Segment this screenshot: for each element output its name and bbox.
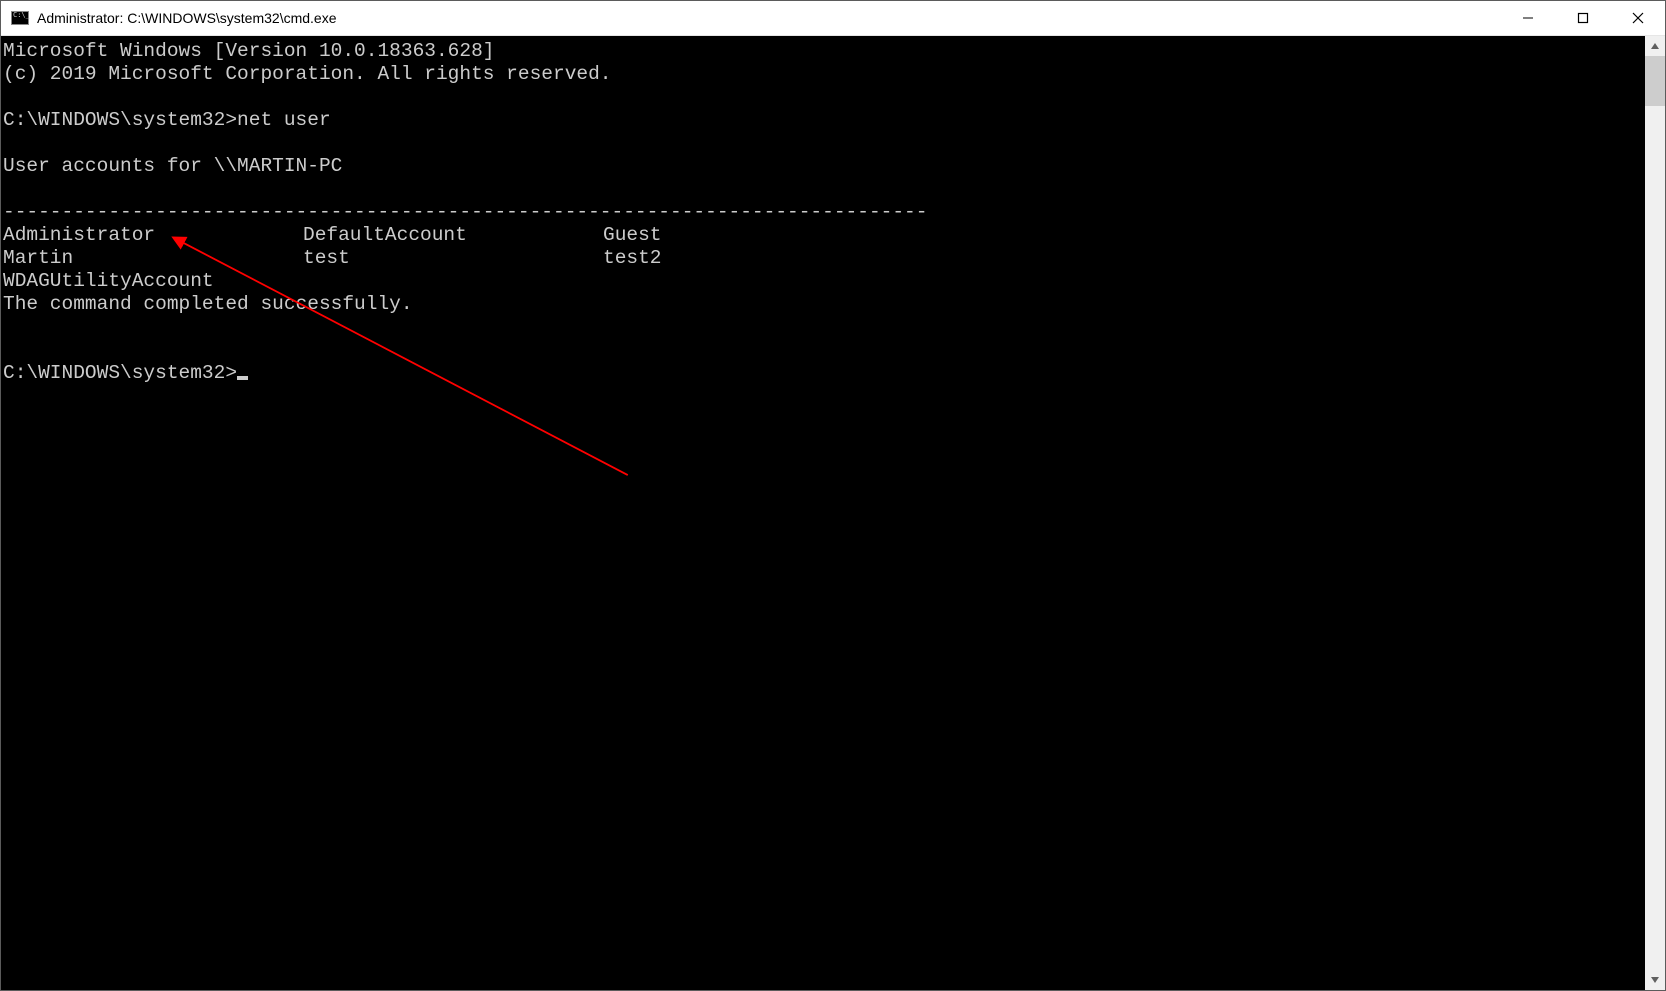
scroll-thumb[interactable]	[1645, 56, 1665, 106]
chevron-up-icon	[1650, 41, 1660, 51]
close-icon	[1632, 12, 1644, 24]
banner-line1: Microsoft Windows [Version 10.0.18363.62…	[3, 40, 494, 62]
accounts-header: User accounts for \\MARTIN-PC	[3, 155, 342, 177]
close-button[interactable]	[1610, 1, 1665, 35]
scroll-down-button[interactable]	[1645, 970, 1665, 990]
prompt-2: C:\WINDOWS\system32>	[3, 362, 237, 384]
window-controls	[1500, 1, 1665, 35]
account-row3: WDAGUtilityAccount	[3, 270, 214, 292]
terminal-area: Microsoft Windows [Version 10.0.18363.62…	[1, 36, 1665, 990]
terminal-output[interactable]: Microsoft Windows [Version 10.0.18363.62…	[1, 36, 1645, 990]
titlebar[interactable]: Administrator: C:\WINDOWS\system32\cmd.e…	[1, 1, 1665, 36]
banner-line2: (c) 2019 Microsoft Corporation. All righ…	[3, 63, 612, 85]
cursor	[237, 376, 248, 380]
scroll-track[interactable]	[1645, 56, 1665, 970]
maximize-button[interactable]	[1555, 1, 1610, 35]
vertical-scrollbar[interactable]	[1645, 36, 1665, 990]
window-title: Administrator: C:\WINDOWS\system32\cmd.e…	[37, 10, 1500, 26]
command-1: net user	[237, 109, 331, 131]
minimize-icon	[1522, 12, 1534, 24]
chevron-down-icon	[1650, 975, 1660, 985]
account-row1: AdministratorDefaultAccountGuest	[3, 224, 662, 246]
prompt-1: C:\WINDOWS\system32>	[3, 109, 237, 131]
cmd-window: Administrator: C:\WINDOWS\system32\cmd.e…	[0, 0, 1666, 991]
maximize-icon	[1577, 12, 1589, 24]
scroll-up-button[interactable]	[1645, 36, 1665, 56]
success-message: The command completed successfully.	[3, 293, 413, 315]
cmd-icon	[11, 11, 29, 25]
minimize-button[interactable]	[1500, 1, 1555, 35]
separator: ----------------------------------------…	[3, 201, 927, 223]
account-row2: Martintesttest2	[3, 247, 662, 269]
